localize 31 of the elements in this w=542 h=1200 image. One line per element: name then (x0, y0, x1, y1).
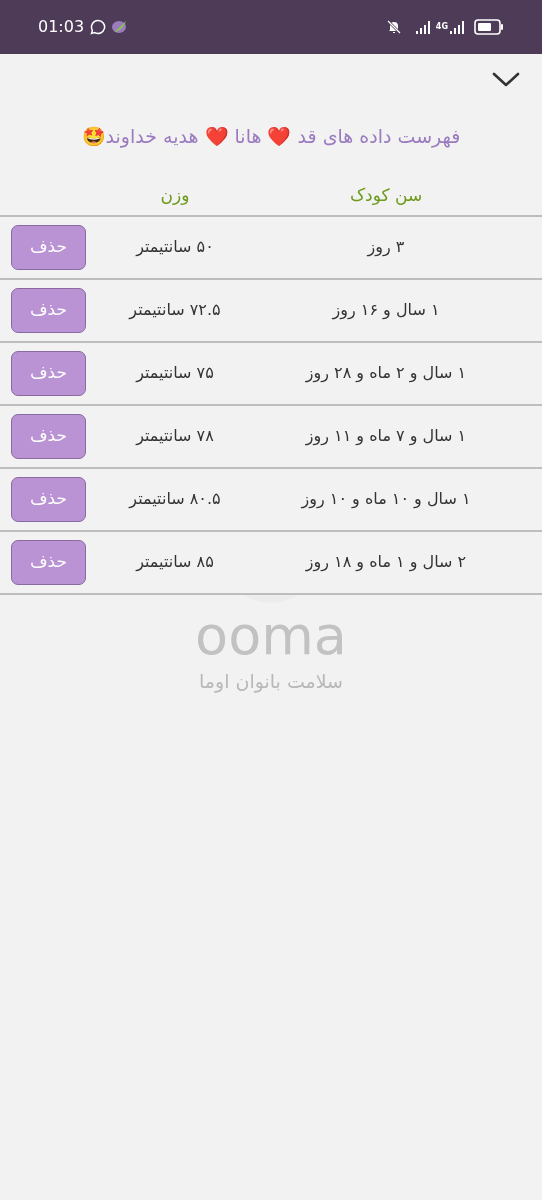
battery-icon (474, 19, 504, 35)
signal-icon (450, 20, 466, 34)
table-cell-text: ۷۲.۵ سانتیمتر (127, 299, 222, 322)
bell-off-icon (385, 19, 402, 35)
column-header: سن کودک (348, 183, 424, 207)
network-type: 4G (435, 23, 448, 31)
table-cell-text: ۵۰ سانتیمتر (134, 236, 215, 259)
page-title: فهرست داده های قد ❤ هانا ❤ هدیه خداوند🤩 (81, 124, 461, 150)
delete-button[interactable]: حذف (11, 287, 86, 333)
delete-button[interactable]: حذف (11, 476, 86, 522)
chat-icon (90, 19, 107, 35)
chevron-down-icon[interactable] (492, 72, 520, 88)
table-cell-text: ۱ سال و ۲ ماه و ۲۸ روز (304, 362, 468, 385)
table-cell-text: ۱ سال و ۱۶ روز (330, 299, 441, 322)
logo-tagline: سلامت بانوان اوما (199, 668, 343, 695)
table-cell-text: ۷۸ سانتیمتر (134, 425, 215, 448)
clock: 01:03 (38, 16, 85, 38)
signal-icon (415, 20, 432, 34)
table-cell-text: ۳ روز (365, 236, 406, 259)
table-cell-text: ۸۰.۵ سانتیمتر (127, 488, 222, 511)
leaf-icon (110, 19, 129, 35)
column-header: وزن (159, 183, 191, 207)
table-cell-text: ۱ سال و ۷ ماه و ۱۱ روز (304, 425, 468, 448)
table-cell-text: ۷۵ سانتیمتر (134, 362, 215, 385)
delete-button[interactable]: حذف (11, 539, 86, 585)
delete-button[interactable]: حذف (11, 224, 86, 270)
delete-button[interactable]: حذف (11, 350, 86, 396)
table-cell-text: ۸۵ سانتیمتر (134, 551, 215, 574)
delete-button[interactable]: حذف (11, 413, 86, 459)
table-cell-text: ۱ سال و ۱۰ ماه و ۱۰ روز (299, 488, 472, 511)
table-cell-text: ۲ سال و ۱ ماه و ۱۸ روز (304, 551, 468, 574)
